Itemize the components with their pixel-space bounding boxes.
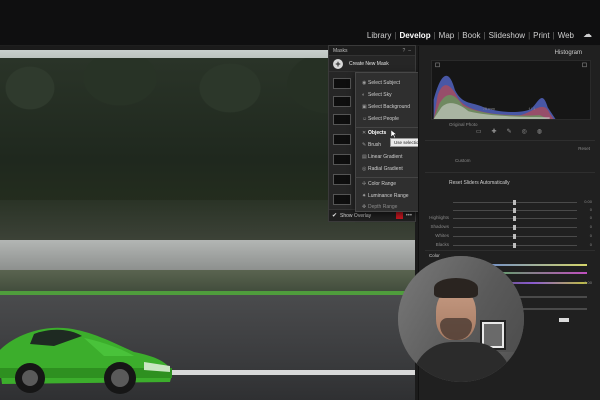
module-book[interactable]: Book <box>460 31 482 40</box>
show-overlay-label: Show Overlay <box>340 212 372 219</box>
mouse-cursor-icon <box>391 130 397 138</box>
mask-thumbnail[interactable]: Ma <box>333 194 364 205</box>
create-new-mask-button[interactable]: + Create New Mask <box>329 56 415 72</box>
mask-thumbnail[interactable]: Ma <box>333 114 364 125</box>
status-badge <box>559 318 569 322</box>
crop-icon[interactable]: ▭ <box>476 128 482 138</box>
mask-icon[interactable]: ◎ <box>522 128 527 138</box>
reset-button[interactable]: Reset <box>578 146 590 151</box>
mask-thumbnail[interactable]: Ma <box>333 96 364 107</box>
original-photo-label: Original Photo <box>449 122 478 127</box>
module-picker: Library | Develop | Map | Book | Slidesh… <box>365 31 576 40</box>
highlights-slider[interactable] <box>453 216 577 221</box>
histogram-title: Histogram <box>554 50 582 56</box>
masks-title: Masks <box>333 47 348 54</box>
help-icon[interactable]: ? <box>402 48 405 54</box>
slider-track[interactable] <box>453 200 577 205</box>
cloud-icon[interactable]: ☁ <box>583 29 595 39</box>
develop-tool-strip: ▭ ✚ ✎ ◎ ◍ <box>429 128 589 138</box>
lightroom-window: Library | Develop | Map | Book | Slidesh… <box>0 0 600 400</box>
shadows-label: Shadows <box>430 224 449 229</box>
reset-sliders-automatically[interactable]: Reset Sliders Automatically <box>449 180 510 186</box>
module-library[interactable]: Library <box>365 31 393 40</box>
blacks-label: Blacks <box>435 242 449 247</box>
close-icon[interactable]: – <box>408 48 411 54</box>
heal-icon[interactable]: ✚ <box>492 128 497 138</box>
module-bar: Library | Develop | Map | Book | Slidesh… <box>0 0 600 46</box>
masks-header: Masks ? – <box>329 46 415 56</box>
slider-knob[interactable] <box>513 208 516 213</box>
overlay-color-swatch[interactable] <box>395 212 403 219</box>
histogram-readouts: 75 mm f / 1 <box>482 106 536 111</box>
more-options-icon[interactable]: ••• <box>406 213 412 219</box>
slider-knob[interactable] <box>513 200 516 205</box>
mask-thumbnail[interactable]: Ma <box>333 174 364 185</box>
module-print[interactable]: Print <box>531 31 551 40</box>
module-slideshow[interactable]: Slideshow <box>487 31 527 40</box>
checkbox-icon[interactable]: ✔ <box>332 212 337 219</box>
shadows-slider[interactable] <box>453 225 577 230</box>
whites-label: Whites <box>435 233 449 238</box>
webcam-overlay <box>398 256 524 382</box>
mask-thumbnail[interactable]: Ma <box>333 134 364 145</box>
blacks-slider[interactable] <box>453 243 577 248</box>
presets-icon[interactable]: ◍ <box>537 128 542 138</box>
highlights-label: Highlights <box>429 215 449 220</box>
module-map[interactable]: Map <box>437 31 457 40</box>
photo-wall <box>0 240 415 270</box>
redeye-icon[interactable]: ✎ <box>507 128 512 138</box>
histogram <box>431 60 591 120</box>
slider-track[interactable] <box>453 208 577 213</box>
presenter-hair <box>434 278 478 298</box>
custom-label: Custom <box>455 158 471 163</box>
whites-slider[interactable] <box>453 234 577 239</box>
plus-icon: + <box>333 58 343 69</box>
mask-thumbnail[interactable]: Ma <box>333 154 364 165</box>
module-web[interactable]: Web <box>556 31 576 40</box>
module-develop[interactable]: Develop <box>397 31 432 40</box>
green-car <box>0 327 172 394</box>
mask-thumbnail[interactable]: Ma <box>333 78 364 89</box>
